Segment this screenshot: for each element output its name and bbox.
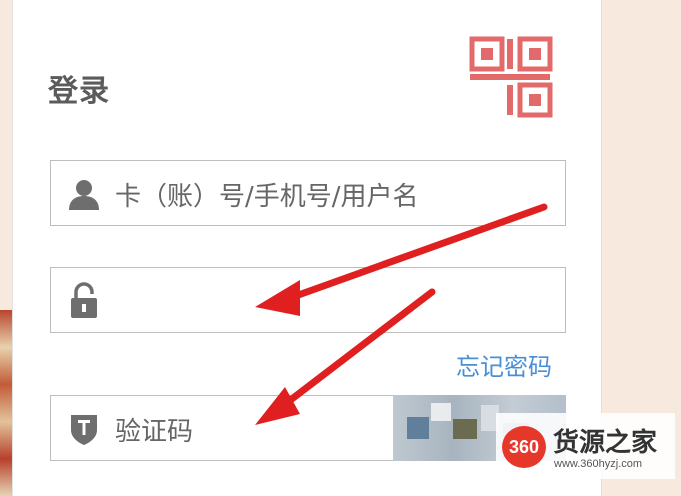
shield-icon bbox=[71, 415, 97, 445]
forgot-password-link[interactable]: 忘记密码 bbox=[456, 347, 552, 382]
username-field[interactable]: 卡（账）号/手机号/用户名 bbox=[50, 160, 566, 226]
background-image-strip bbox=[0, 310, 12, 496]
watermark-brand: 货源之家 bbox=[553, 428, 658, 458]
user-icon bbox=[69, 180, 99, 210]
password-field[interactable] bbox=[50, 267, 566, 333]
username-placeholder: 卡（账）号/手机号/用户名 bbox=[115, 182, 419, 212]
login-title: 登录 bbox=[48, 74, 110, 109]
watermark-logo: 360 bbox=[502, 426, 546, 468]
lock-icon bbox=[71, 282, 97, 318]
watermark: 360 货源之家 www.360hyzj.com bbox=[496, 413, 675, 479]
captcha-placeholder: 验证码 bbox=[115, 417, 194, 447]
watermark-url: www.360hyzj.com bbox=[554, 458, 643, 470]
qr-code-icon[interactable] bbox=[466, 33, 558, 123]
